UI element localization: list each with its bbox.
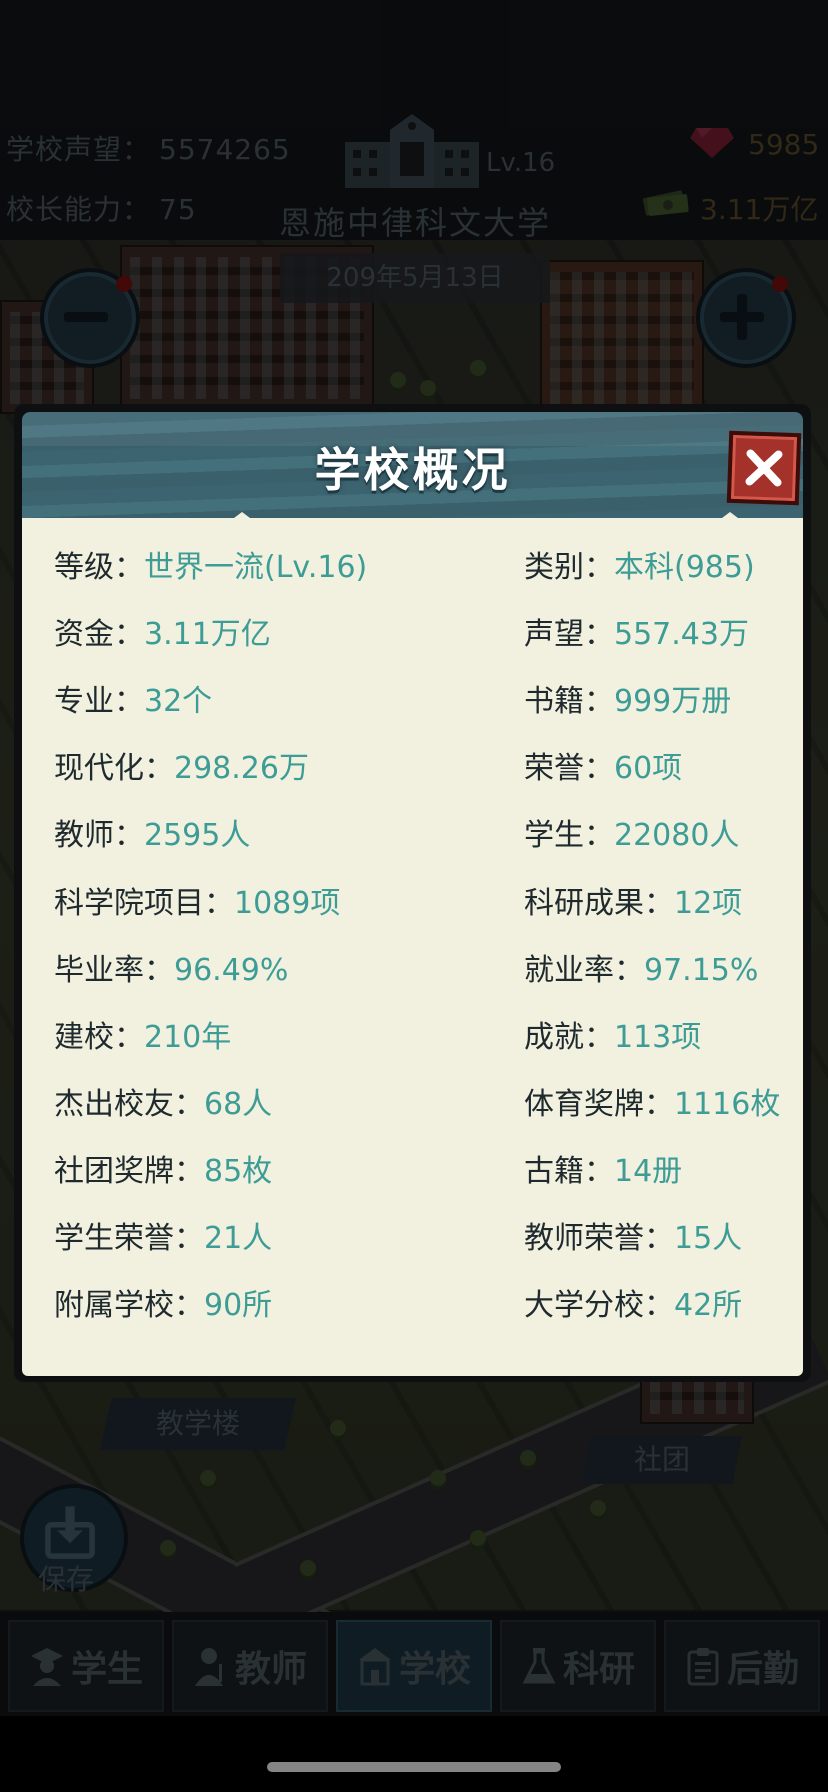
school-overview-dialog: 学校概况 等级：世界一流(Lv.16) 资金：3.11万亿 专业：32个 现代化：29… bbox=[14, 404, 811, 1382]
stat-value: 14册 bbox=[614, 1153, 683, 1189]
stat-value: 15人 bbox=[674, 1221, 743, 1256]
stat-row: 社团奖牌：85枚 bbox=[54, 1146, 272, 1190]
stat-row: 科学院项目：1089项 bbox=[54, 878, 340, 922]
stat-row: 声望：557.43万 bbox=[524, 609, 749, 653]
stat-value: 1116枚 bbox=[674, 1086, 781, 1122]
stat-row: 就业率：97.15% bbox=[524, 945, 758, 989]
stat-label: 科研成果： bbox=[524, 885, 674, 921]
stat-row: 教师：2595人 bbox=[54, 810, 250, 854]
stat-row: 等级：世界一流(Lv.16) bbox=[54, 542, 367, 586]
stat-value: 60项 bbox=[614, 751, 683, 787]
stat-value: 97.15% bbox=[644, 952, 759, 988]
close-button[interactable] bbox=[726, 430, 802, 506]
stat-row: 学生荣誉：21人 bbox=[54, 1213, 272, 1257]
stat-label: 体育奖牌： bbox=[524, 1086, 674, 1122]
stat-value: 557.43万 bbox=[614, 617, 749, 653]
stat-row: 附属学校：90所 bbox=[54, 1280, 272, 1324]
stat-value: 21人 bbox=[204, 1221, 273, 1256]
stat-row: 荣誉：60项 bbox=[524, 743, 682, 787]
stat-row: 资金：3.11万亿 bbox=[54, 609, 271, 653]
stat-label: 荣誉： bbox=[524, 751, 614, 787]
stat-label: 专业： bbox=[54, 684, 144, 720]
stat-row: 古籍：14册 bbox=[524, 1146, 682, 1190]
stat-label: 教师： bbox=[54, 818, 144, 854]
stat-row: 大学分校：42所 bbox=[524, 1280, 742, 1324]
dialog-body: 等级：世界一流(Lv.16) 资金：3.11万亿 专业：32个 现代化：298.26万… bbox=[22, 518, 803, 1376]
stat-label: 古籍： bbox=[524, 1153, 614, 1189]
stat-label: 学生： bbox=[524, 818, 614, 854]
stat-value: 32个 bbox=[144, 684, 213, 720]
stat-value: 999万册 bbox=[614, 684, 732, 720]
header-notch bbox=[714, 512, 746, 524]
stat-value: 本科(985) bbox=[614, 550, 755, 585]
stat-label: 类别： bbox=[524, 550, 614, 585]
stat-label: 学生荣誉： bbox=[54, 1221, 204, 1256]
stat-label: 杰出校友： bbox=[54, 1086, 204, 1122]
stat-value: 96.49% bbox=[174, 952, 289, 988]
stat-row: 杰出校友：68人 bbox=[54, 1079, 272, 1123]
stat-value: 12项 bbox=[674, 885, 743, 921]
stat-label: 就业率： bbox=[524, 952, 644, 988]
stat-row: 教师荣誉：15人 bbox=[524, 1213, 742, 1257]
stat-value: 90所 bbox=[204, 1288, 273, 1324]
stat-value: 2595人 bbox=[144, 818, 251, 854]
stat-label: 社团奖牌： bbox=[54, 1153, 204, 1189]
close-icon bbox=[745, 449, 783, 487]
stat-value: 3.11万亿 bbox=[144, 617, 271, 653]
stat-value: 85枚 bbox=[204, 1153, 273, 1189]
stat-value: 22080人 bbox=[614, 818, 740, 854]
stat-row: 体育奖牌：1116枚 bbox=[524, 1079, 780, 1123]
stat-label: 附属学校： bbox=[54, 1288, 204, 1324]
stat-row: 建校：210年 bbox=[54, 1012, 231, 1056]
stat-row: 书籍：999万册 bbox=[524, 676, 731, 720]
stat-value: 1089项 bbox=[234, 885, 341, 921]
stat-label: 资金： bbox=[54, 617, 144, 653]
stat-value: 68人 bbox=[204, 1086, 273, 1122]
stat-label: 现代化： bbox=[54, 751, 174, 787]
stat-row: 现代化：298.26万 bbox=[54, 743, 309, 787]
stat-row: 毕业率：96.49% bbox=[54, 945, 288, 989]
stat-row: 学生：22080人 bbox=[524, 810, 739, 854]
stat-value: 298.26万 bbox=[174, 751, 309, 787]
stat-label: 大学分校： bbox=[524, 1288, 674, 1324]
stat-row: 专业：32个 bbox=[54, 676, 212, 720]
dialog-title: 学校概况 bbox=[314, 443, 511, 497]
stat-label: 毕业率： bbox=[54, 952, 174, 988]
stat-label: 等级： bbox=[54, 550, 144, 585]
header-notch bbox=[226, 512, 258, 524]
stat-value: 113项 bbox=[614, 1019, 702, 1055]
stat-value: 42所 bbox=[674, 1288, 743, 1324]
stat-label: 书籍： bbox=[524, 684, 614, 720]
stat-value: 210年 bbox=[144, 1019, 232, 1055]
stat-label: 声望： bbox=[524, 617, 614, 653]
stat-label: 科学院项目： bbox=[54, 885, 234, 921]
stat-label: 教师荣誉： bbox=[524, 1221, 674, 1256]
stat-label: 成就： bbox=[524, 1019, 614, 1055]
stat-row: 类别：本科(985) bbox=[524, 542, 755, 586]
stat-value: 世界一流(Lv.16) bbox=[144, 550, 368, 585]
dialog-header: 学校概况 bbox=[22, 412, 803, 526]
stat-row: 成就：113项 bbox=[524, 1012, 701, 1056]
stat-row: 科研成果：12项 bbox=[524, 878, 742, 922]
stat-label: 建校： bbox=[54, 1019, 144, 1055]
